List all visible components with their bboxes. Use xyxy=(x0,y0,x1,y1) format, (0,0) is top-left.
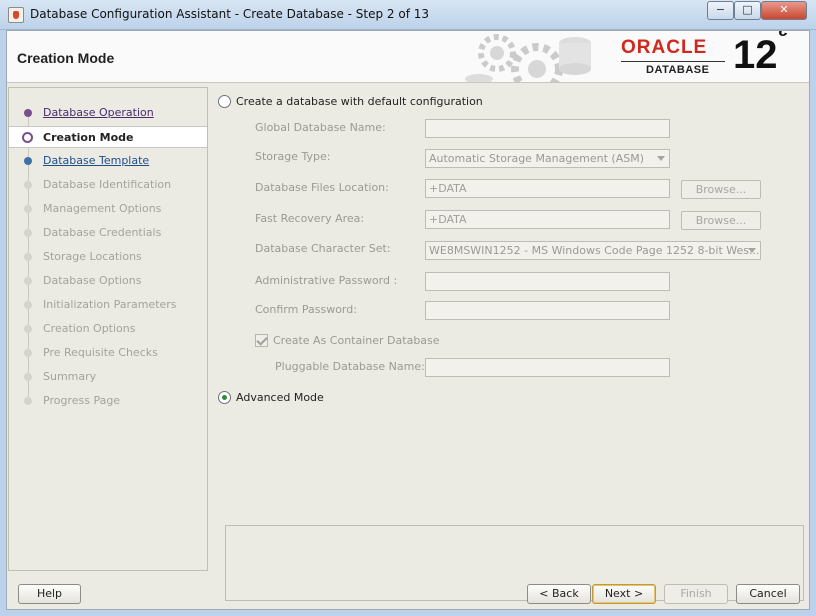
db-files-location-label: Database Files Location: xyxy=(255,181,389,194)
advanced-mode-radio[interactable] xyxy=(218,391,231,404)
step-status-icon xyxy=(24,181,32,189)
wizard-window: Creation Mode ORACLE DATABASE 12c Databa… xyxy=(6,30,810,610)
charset-select[interactable]: WE8MSWIN1252 - MS Windows Code Page 1252… xyxy=(425,241,761,260)
steps-panel: Database Operation Creation Mode Database … xyxy=(8,87,208,571)
advanced-mode-label[interactable]: Advanced Mode xyxy=(236,391,324,404)
step-status-icon xyxy=(24,349,32,357)
step-status-icon xyxy=(24,157,32,165)
step-label: Pre Requisite Checks xyxy=(43,346,158,359)
container-db-checkbox[interactable] xyxy=(255,334,268,347)
step-item: Management Options xyxy=(9,198,207,220)
step-item: Progress Page xyxy=(9,390,207,412)
db-files-browse-button[interactable]: Browse... xyxy=(681,180,761,199)
oracle-brand-text: ORACLE xyxy=(621,37,708,58)
step-label: Database Credentials xyxy=(43,226,162,239)
maximize-button[interactable]: □ xyxy=(734,1,761,20)
step-item: Database Options xyxy=(9,270,207,292)
storage-type-select[interactable]: Automatic Storage Management (ASM) xyxy=(425,149,670,168)
step-label: Creation Mode xyxy=(43,131,134,144)
version-badge: 12c xyxy=(733,31,788,78)
step-label: Management Options xyxy=(43,202,162,215)
cancel-button[interactable]: Cancel xyxy=(736,584,800,604)
charset-value: WE8MSWIN1252 - MS Windows Code Page 1252… xyxy=(429,244,760,257)
step-status-icon xyxy=(24,397,32,405)
pluggable-db-input[interactable] xyxy=(425,358,670,377)
global-db-name-label: Global Database Name: xyxy=(255,121,386,134)
step-label: Summary xyxy=(43,370,97,383)
step-status-icon xyxy=(22,132,33,143)
admin-password-label: Administrative Password : xyxy=(255,274,398,287)
step-label: Database Template xyxy=(43,154,150,167)
default-config-radio[interactable] xyxy=(218,95,231,108)
confirm-password-label: Confirm Password: xyxy=(255,303,357,316)
logo-divider xyxy=(621,61,725,62)
step-item: Pre Requisite Checks xyxy=(9,342,207,364)
step-label: Database Options xyxy=(43,274,142,287)
step-status-icon xyxy=(24,301,32,309)
step-item: Initialization Parameters xyxy=(9,294,207,316)
step-label: Creation Options xyxy=(43,322,136,335)
step-label: Initialization Parameters xyxy=(43,298,177,311)
oracle-product-text: DATABASE xyxy=(646,64,710,76)
pluggable-db-label: Pluggable Database Name: xyxy=(275,360,425,373)
next-button[interactable]: Next > xyxy=(592,584,656,604)
step-item: Database Credentials xyxy=(9,222,207,244)
step-item: Creation Options xyxy=(9,318,207,340)
step-status-icon xyxy=(24,277,32,285)
step-label: Progress Page xyxy=(43,394,121,407)
close-button[interactable]: ✕ xyxy=(761,1,807,20)
step-status-icon xyxy=(24,325,32,333)
fast-recovery-input[interactable]: +DATA xyxy=(425,210,670,229)
confirm-password-input[interactable] xyxy=(425,301,670,320)
wizard-header: Creation Mode ORACLE DATABASE 12c xyxy=(7,31,809,83)
step-item: Creation Mode xyxy=(9,126,207,148)
global-db-name-input[interactable] xyxy=(425,119,670,138)
window-title: Database Configuration Assistant - Creat… xyxy=(30,7,430,21)
db-files-location-input[interactable]: +DATA xyxy=(425,179,670,198)
page-title: Creation Mode xyxy=(17,50,115,66)
creation-mode-form: Create a database with default configura… xyxy=(211,87,809,601)
version-suffix: c xyxy=(779,31,788,40)
container-db-label[interactable]: Create As Container Database xyxy=(273,334,440,347)
storage-type-label: Storage Type: xyxy=(255,150,331,163)
finish-button[interactable]: Finish xyxy=(664,584,728,604)
step-label: Storage Locations xyxy=(43,250,142,263)
gears-decoration-icon xyxy=(465,34,591,82)
step-status-icon xyxy=(24,109,32,117)
version-number: 12 xyxy=(733,33,778,77)
step-label: Database Operation xyxy=(43,106,154,119)
help-button[interactable]: Help xyxy=(18,584,81,604)
java-app-icon xyxy=(8,7,24,23)
step-status-icon xyxy=(24,253,32,261)
oracle-logo: ORACLE DATABASE xyxy=(621,37,731,79)
step-status-icon xyxy=(24,373,32,381)
charset-label: Database Character Set: xyxy=(255,242,391,255)
storage-type-value: Automatic Storage Management (ASM) xyxy=(429,152,644,165)
step-status-icon xyxy=(24,229,32,237)
back-button[interactable]: < Back xyxy=(527,584,591,604)
chevron-down-icon xyxy=(657,156,665,161)
minimize-button[interactable]: − xyxy=(707,1,734,20)
step-status-icon xyxy=(24,205,32,213)
chevron-down-icon xyxy=(748,248,756,253)
fast-recovery-label: Fast Recovery Area: xyxy=(255,212,365,225)
window-titlebar: Database Configuration Assistant - Creat… xyxy=(0,0,816,30)
default-config-label[interactable]: Create a database with default configura… xyxy=(236,95,483,108)
step-item: Database Identification xyxy=(9,174,207,196)
step-item: Storage Locations xyxy=(9,246,207,268)
step-item[interactable]: Database Template xyxy=(9,150,207,172)
admin-password-input[interactable] xyxy=(425,272,670,291)
fast-recovery-browse-button[interactable]: Browse... xyxy=(681,211,761,230)
step-label: Database Identification xyxy=(43,178,172,191)
step-item[interactable]: Database Operation xyxy=(9,102,207,124)
step-item: Summary xyxy=(9,366,207,388)
